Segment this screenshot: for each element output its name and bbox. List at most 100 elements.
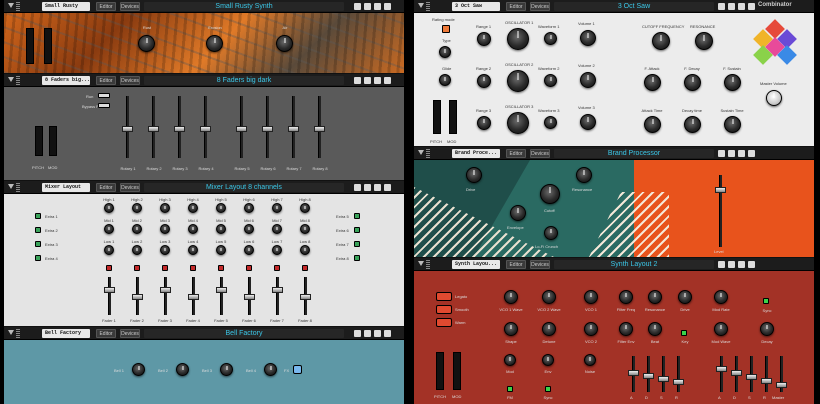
rust-knob[interactable] [138, 35, 155, 52]
next-icon[interactable] [374, 77, 381, 84]
adsr-fader-cap[interactable] [776, 382, 787, 388]
mute-led[interactable] [190, 265, 196, 271]
adsr-fader-cap[interactable] [761, 378, 772, 384]
channel-fader-cap[interactable] [272, 287, 283, 293]
low-eq-knob[interactable] [160, 245, 170, 255]
fx-button[interactable] [293, 365, 302, 374]
low-eq-knob[interactable] [104, 245, 114, 255]
drag-grip-icon[interactable] [16, 329, 20, 338]
envelope-knob[interactable] [510, 205, 526, 221]
mute-led[interactable] [274, 265, 280, 271]
mute-led[interactable] [302, 265, 308, 271]
adsr-fader-cap[interactable] [716, 366, 727, 372]
bell-knob[interactable] [132, 363, 145, 376]
mid-eq-knob[interactable] [216, 224, 226, 234]
rotary-fader-track[interactable] [122, 96, 133, 158]
drag-grip-icon[interactable] [16, 183, 20, 192]
adsr-fader-track[interactable] [776, 356, 787, 392]
rotary-fader-cap[interactable] [200, 126, 211, 132]
editor-button[interactable]: Editor [96, 2, 116, 11]
folder-icon[interactable] [354, 330, 361, 337]
drag-grip-icon[interactable] [426, 149, 430, 158]
channel-fader-track[interactable] [244, 277, 255, 315]
bypass-fx-toggle[interactable] [98, 103, 110, 108]
amp-env-knob[interactable] [644, 116, 661, 133]
collapse-triangle-icon[interactable] [8, 3, 14, 8]
collapse-triangle-icon[interactable] [8, 77, 14, 82]
mid-eq-knob[interactable] [160, 224, 170, 234]
amp-env-knob[interactable] [724, 116, 741, 133]
mod-wheel[interactable] [44, 28, 52, 64]
smooth-button[interactable] [436, 305, 452, 314]
adsr-fader-track[interactable] [658, 356, 669, 392]
volume-knob[interactable] [580, 30, 596, 46]
amp-env-knob[interactable] [684, 116, 701, 133]
range-knob[interactable] [477, 116, 491, 130]
row4-led[interactable] [507, 386, 513, 392]
row2-knob[interactable] [584, 322, 598, 336]
editor-button[interactable]: Editor [96, 329, 116, 338]
mute-led[interactable] [162, 265, 168, 271]
adsr-fader-cap[interactable] [673, 379, 684, 385]
row1-knob[interactable] [648, 290, 662, 304]
air-knob[interactable] [276, 35, 293, 52]
extra-left-led[interactable] [35, 213, 41, 219]
rotary-fader-track[interactable] [262, 96, 273, 158]
rotary-fader-cap[interactable] [148, 126, 159, 132]
filter-env-knob[interactable] [644, 74, 661, 91]
level-fader-cap[interactable] [715, 187, 726, 193]
pitch-wheel[interactable] [35, 126, 43, 156]
channel-fader-cap[interactable] [300, 294, 311, 300]
collapse-triangle-icon[interactable] [418, 3, 424, 8]
row2-knob[interactable] [714, 322, 728, 336]
high-eq-knob[interactable] [300, 203, 310, 213]
editor-button[interactable]: Editor [96, 76, 116, 85]
mid-eq-knob[interactable] [272, 224, 282, 234]
key-led[interactable] [681, 330, 687, 336]
rotary-fader-cap[interactable] [314, 126, 325, 132]
mute-led[interactable] [134, 265, 140, 271]
bell-knob[interactable] [176, 363, 189, 376]
channel-fader-track[interactable] [216, 277, 227, 315]
mid-eq-knob[interactable] [300, 224, 310, 234]
sync-led[interactable] [763, 298, 769, 304]
mod-wheel[interactable] [453, 352, 461, 390]
adsr-fader-cap[interactable] [643, 373, 654, 379]
next-icon[interactable] [374, 184, 381, 191]
devices-button[interactable]: Devices [530, 2, 550, 11]
drag-grip-icon[interactable] [426, 2, 430, 11]
next-icon[interactable] [738, 261, 745, 268]
low-eq-knob[interactable] [132, 245, 142, 255]
prev-icon[interactable] [728, 3, 735, 10]
mid-eq-knob[interactable] [188, 224, 198, 234]
adsr-fader-cap[interactable] [628, 370, 639, 376]
mid-eq-knob[interactable] [104, 224, 114, 234]
channel-fader-track[interactable] [300, 277, 311, 315]
devices-button[interactable]: Devices [530, 260, 550, 269]
adsr-fader-track[interactable] [716, 356, 727, 392]
collapse-triangle-icon[interactable] [418, 150, 424, 155]
range-knob[interactable] [477, 74, 491, 88]
high-eq-knob[interactable] [104, 203, 114, 213]
collapse-triangle-icon[interactable] [8, 184, 14, 189]
high-eq-knob[interactable] [244, 203, 254, 213]
prev-icon[interactable] [728, 261, 735, 268]
mute-led[interactable] [218, 265, 224, 271]
save-icon[interactable] [384, 77, 391, 84]
device-name[interactable]: Brand Proce... [452, 149, 500, 158]
waveform-knob[interactable] [544, 74, 557, 87]
channel-fader-cap[interactable] [216, 287, 227, 293]
channel-fader-cap[interactable] [160, 287, 171, 293]
folder-icon[interactable] [354, 3, 361, 10]
adsr-fader-track[interactable] [761, 356, 772, 392]
volume-knob[interactable] [580, 72, 596, 88]
channel-fader-track[interactable] [188, 277, 199, 315]
folder-icon[interactable] [718, 150, 725, 157]
adsr-fader-track[interactable] [643, 356, 654, 392]
editor-button[interactable]: Editor [506, 2, 526, 11]
channel-fader-track[interactable] [160, 277, 171, 315]
high-eq-knob[interactable] [132, 203, 142, 213]
devices-button[interactable]: Devices [120, 2, 140, 11]
row2-knob[interactable] [648, 322, 662, 336]
row2-knob[interactable] [504, 322, 518, 336]
